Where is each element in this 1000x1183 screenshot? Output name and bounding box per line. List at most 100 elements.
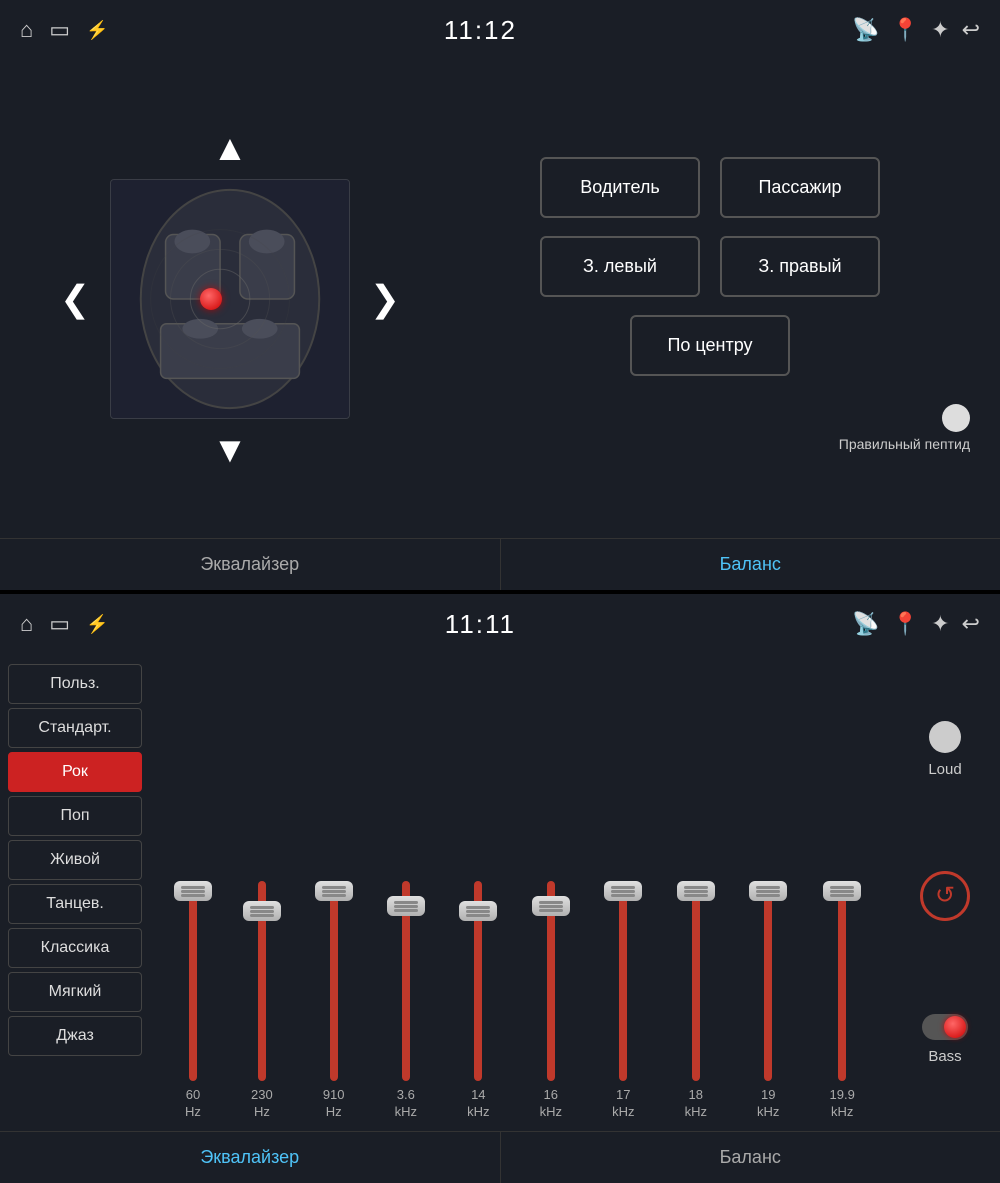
freq-label-1: 230Hz [251,1087,273,1121]
eq-right-controls: Loud ↺ Bass [890,654,1000,1131]
bass-label: Bass [928,1048,961,1065]
slider-thumb-4[interactable] [459,901,497,921]
slider-thumb-2[interactable] [315,881,353,901]
slider-thumb-5[interactable] [532,896,570,916]
slider-thumb-7[interactable] [677,881,715,901]
rear-left-button[interactable]: З. левый [540,236,700,297]
location-icon-b[interactable]: 📍 [892,611,919,637]
seat-image [110,179,350,419]
screen-icon-b[interactable]: ▭ [49,611,70,637]
reset-button[interactable]: ↺ [920,871,970,921]
bass-toggle[interactable] [922,1014,968,1040]
center-button[interactable]: По центру [630,315,790,376]
slider-track-8[interactable] [764,881,772,1081]
tab-equalizer-bottom[interactable]: Эквалайзер [0,1132,501,1183]
bass-knob [944,1016,966,1038]
preset-item-dance[interactable]: Танцев. [8,884,142,924]
eq-band-8: 19kHz [757,881,779,1121]
arrow-right[interactable]: ❯ [370,278,400,320]
eq-band-0: 60Hz [185,881,201,1121]
bottom-tab-bar: Эквалайзер Баланс [0,1131,1000,1183]
bottom-status-right: 📡 📍 ✦ ↩ [852,611,980,637]
seat-navigation: ▲ ❮ [20,70,440,528]
active-speaker-dot [200,288,222,310]
usb-icon-b: ⚡ [86,614,108,635]
slider-track-6[interactable] [619,881,627,1081]
eq-band-2: 910Hz [323,881,345,1121]
slider-track-9[interactable] [838,881,846,1081]
slider-track-7[interactable] [692,881,700,1081]
slider-thumb-9[interactable] [823,881,861,901]
home-icon[interactable]: ⌂ [20,17,33,43]
sliders-container: 60Hz230Hz910Hz3.6kHz14kHz16kHz17kHz18kHz… [160,664,880,1131]
loud-label: Loud [928,761,961,778]
bluetooth-icon-b[interactable]: ✦ [931,611,949,637]
top-panel: ⌂ ▭ ⚡ 11:12 📡 📍 ✦ ↩ ▲ ❮ [0,0,1000,590]
preset-item-classic[interactable]: Классика [8,928,142,968]
slider-thumb-1[interactable] [243,901,281,921]
bluetooth-icon[interactable]: ✦ [931,17,949,43]
preset-item-standart[interactable]: Стандарт. [8,708,142,748]
freq-label-5: 16kHz [540,1087,562,1121]
location-icon[interactable]: 📍 [892,17,919,43]
cast-icon[interactable]: 📡 [852,17,879,43]
screen-icon[interactable]: ▭ [49,17,70,43]
seat-svg [111,180,349,418]
eq-band-7: 18kHz [685,881,707,1121]
bottom-status-left: ⌂ ▭ ⚡ [20,611,109,637]
freq-label-9: 19.9kHz [830,1087,855,1121]
slider-thumb-8[interactable] [749,881,787,901]
top-status-left: ⌂ ▭ ⚡ [20,17,109,43]
passenger-button[interactable]: Пассажир [720,157,880,218]
bass-track [922,1014,968,1040]
usb-icon: ⚡ [86,20,108,41]
slider-track-5[interactable] [547,881,555,1081]
preset-item-soft[interactable]: Мягкий [8,972,142,1012]
driver-button[interactable]: Водитель [540,157,700,218]
eq-band-3: 3.6kHz [395,881,417,1121]
preset-item-live[interactable]: Живой [8,840,142,880]
top-time: 11:12 [444,15,517,46]
back-icon-b[interactable]: ↩ [962,611,980,637]
arrow-up[interactable]: ▲ [212,127,248,169]
slider-thumb-6[interactable] [604,881,642,901]
slider-track-4[interactable] [474,881,482,1081]
preset-item-rok[interactable]: Рок [8,752,142,792]
rear-right-button[interactable]: З. правый [720,236,880,297]
freq-label-8: 19kHz [757,1087,779,1121]
home-icon-b[interactable]: ⌂ [20,611,33,637]
preset-item-pop[interactable]: Поп [8,796,142,836]
arrow-down[interactable]: ▼ [212,429,248,471]
cast-icon-b[interactable]: 📡 [852,611,879,637]
fader-indicator: Правильный пептид [440,404,980,452]
slider-thumb-0[interactable] [174,881,212,901]
rear-seat-buttons: З. левый З. правый [540,236,880,297]
slider-track-1[interactable] [258,881,266,1081]
top-main-content: ▲ ❮ [0,60,1000,538]
freq-label-3: 3.6kHz [395,1087,417,1121]
freq-label-7: 18kHz [685,1087,707,1121]
tab-balance-bottom[interactable]: Баланс [501,1132,1000,1183]
top-status-bar: ⌂ ▭ ⚡ 11:12 📡 📍 ✦ ↩ [0,0,1000,60]
bottom-status-bar: ⌂ ▭ ⚡ 11:11 📡 📍 ✦ ↩ [0,594,1000,654]
eq-sliders-area: 60Hz230Hz910Hz3.6kHz14kHz16kHz17kHz18kHz… [150,654,890,1131]
speaker-selection: Водитель Пассажир З. левый З. правый По … [440,70,980,528]
fader-dot [942,404,970,432]
slider-thumb-3[interactable] [387,896,425,916]
bass-control: Bass [922,1014,968,1065]
bottom-time: 11:11 [445,609,516,640]
preset-item-jazz[interactable]: Джаз [8,1016,142,1056]
slider-track-3[interactable] [402,881,410,1081]
arrow-left[interactable]: ❮ [60,278,90,320]
tab-equalizer-top[interactable]: Эквалайзер [0,539,501,590]
back-icon[interactable]: ↩ [962,17,980,43]
eq-main-area: Польз.Стандарт.РокПопЖивойТанцев.Классик… [0,654,1000,1131]
eq-band-6: 17kHz [612,881,634,1121]
slider-track-0[interactable] [189,881,197,1081]
center-button-row: По центру [630,315,790,376]
tab-balance-top[interactable]: Баланс [501,539,1000,590]
loud-indicator[interactable] [929,721,961,753]
preset-item-polz[interactable]: Польз. [8,664,142,704]
bottom-panel: ⌂ ▭ ⚡ 11:11 📡 📍 ✦ ↩ Польз.Стандарт.РокПо… [0,592,1000,1183]
slider-track-2[interactable] [330,881,338,1081]
